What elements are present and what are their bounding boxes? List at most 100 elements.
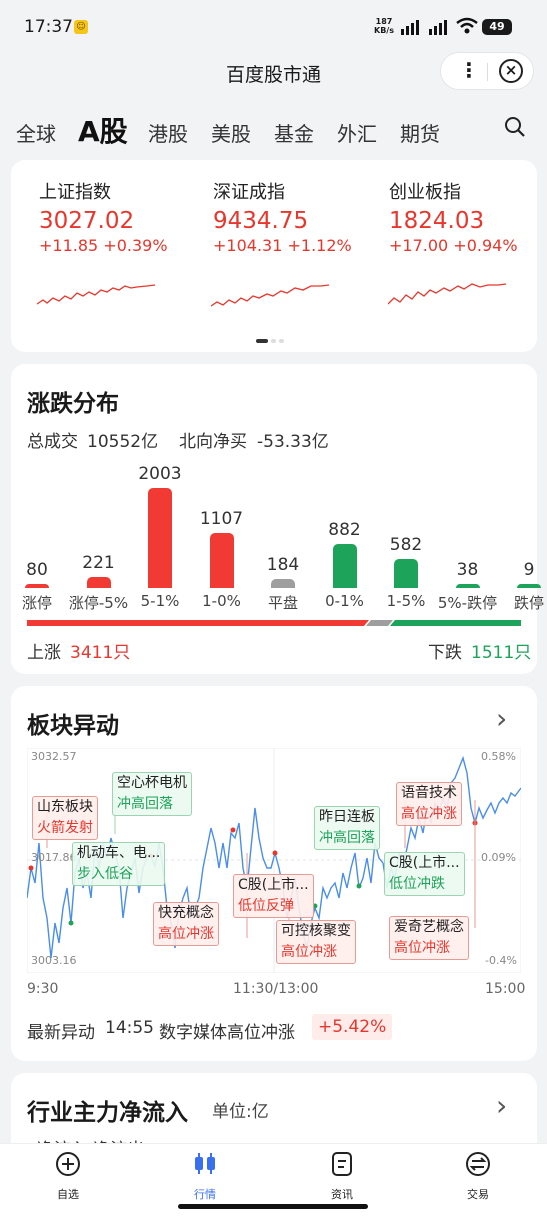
cell-signal-2-icon — [429, 20, 447, 35]
more-icon[interactable]: ⋮ — [459, 58, 479, 82]
index-cyb[interactable]: 创业板指 1824.03 +17.00 +0.94% — [389, 178, 539, 255]
nav-label: 行情 — [194, 1188, 216, 1201]
x-tick-noon: 11:30/13:00 — [233, 981, 319, 997]
sector-event-name: 昨日连板 — [319, 809, 375, 825]
latest-change: +5.42% — [312, 1014, 393, 1040]
sector-title: 板块异动 — [27, 713, 119, 739]
sector-event-label[interactable]: 空心杯电机 冲高回落 — [112, 772, 192, 816]
cell-signal-icon — [401, 20, 419, 35]
tab-a-shares[interactable]: A股 — [78, 110, 128, 150]
sector-event-status: 低位反弹 — [238, 898, 294, 914]
index-sz[interactable]: 深证成指 9434.75 +104.31 +1.12% — [213, 178, 363, 255]
sector-card: 板块异动 › 3032.57 3017.86 3003.16 0.58% 0.0… — [11, 686, 537, 1061]
sector-event-label[interactable]: 昨日连板 冲高回落 — [314, 806, 380, 850]
inflow-unit: 单位:亿 — [212, 1102, 269, 1122]
sparkline-sh — [37, 284, 156, 305]
sector-event-label[interactable]: 可控核聚变 高位冲涨 — [276, 920, 356, 964]
latest-time: 14:55 — [105, 1018, 154, 1038]
home-indicator — [178, 1204, 368, 1209]
up-down-ratio-bar — [27, 620, 521, 626]
sparkline-sz — [211, 284, 330, 307]
distribution-bar — [209, 532, 234, 588]
battery-icon: 49 — [482, 19, 512, 35]
nav-label: 自选 — [57, 1188, 79, 1201]
nav-label: 资讯 — [331, 1188, 353, 1201]
index-price: 1824.03 — [389, 208, 485, 234]
close-icon[interactable]: × — [499, 59, 523, 83]
index-sh[interactable]: 上证指数 3027.02 +11.85 +0.39% — [39, 178, 189, 255]
north-value: -53.33亿 — [257, 432, 329, 452]
tab-futures[interactable]: 期货 — [400, 118, 440, 147]
nav-trade[interactable]: 交易 — [438, 1150, 518, 1202]
x-tick-close: 15:00 — [485, 981, 526, 997]
distribution-bar-label: 平盘 — [267, 594, 298, 612]
tab-forex[interactable]: 外汇 — [337, 118, 377, 147]
indices-card: 上证指数 3027.02 +11.85 +0.39% 深证成指 9434.75 … — [11, 160, 537, 352]
sector-event-label[interactable]: 爱奇艺概念 高位冲涨 — [389, 916, 469, 960]
sector-event-label[interactable]: 山东板块 火箭发射 — [32, 796, 98, 840]
y-right-mid: 0.09% — [481, 851, 516, 864]
distribution-bar-value: 80 — [26, 560, 48, 580]
sector-event-status: 高位冲涨 — [158, 926, 214, 942]
tab-funds[interactable]: 基金 — [274, 118, 314, 147]
inflow-title: 行业主力净流入 — [27, 1100, 188, 1126]
y-left-min: 3003.16 — [31, 954, 77, 967]
sector-event-status: 火箭发射 — [37, 820, 93, 836]
turnover-label: 总成交 — [27, 432, 78, 452]
sector-event-label[interactable]: 机动车、电... 步入低谷 — [72, 842, 166, 886]
sector-event-status: 高位冲涨 — [394, 940, 450, 956]
plus-circle-icon — [56, 1152, 80, 1176]
status-bar: 17:37 ☺ 187 KB/s 49 — [0, 0, 547, 56]
nav-market[interactable]: 行情 — [165, 1150, 245, 1202]
distribution-bar-label: 1-0% — [202, 592, 241, 610]
exchange-icon — [466, 1152, 490, 1176]
sector-event-name: 可控核聚变 — [281, 923, 351, 939]
distribution-bar-value: 882 — [328, 519, 361, 540]
up-count: 3411只 — [70, 643, 131, 663]
index-price: 3027.02 — [39, 208, 135, 234]
sector-event-name: 快充概念 — [158, 905, 214, 921]
status-time: 17:37 — [24, 17, 73, 37]
down-count: 1511只 — [471, 643, 532, 663]
chevron-right-icon[interactable]: › — [496, 1089, 507, 1122]
distribution-bar-value: 184 — [266, 554, 300, 575]
sector-event-label[interactable]: C股(上市... 低位反弹 — [233, 874, 314, 918]
sector-event-status: 冲高回落 — [319, 830, 375, 846]
sector-event-label[interactable]: 快充概念 高位冲涨 — [153, 902, 219, 946]
index-change: +17.00 +0.94% — [389, 236, 518, 255]
chevron-right-icon[interactable]: › — [496, 702, 507, 735]
network-speed: 187 KB/s — [374, 17, 394, 35]
y-left-mid: 3017.86 — [31, 851, 77, 864]
sector-event-name: 空心杯电机 — [117, 775, 187, 791]
sector-event-label[interactable]: 语音技术 高位冲涨 — [396, 782, 462, 826]
index-name: 上证指数 — [39, 182, 111, 203]
distribution-bar — [148, 488, 172, 588]
index-name: 深证成指 — [213, 182, 285, 203]
distribution-card: 涨跌分布 总成交 10552亿 北向净买 -53.33亿 80 涨停 221 涨停-5… — [11, 364, 544, 674]
index-change: +11.85 +0.39% — [39, 236, 168, 255]
distribution-bar — [25, 584, 49, 588]
search-icon[interactable] — [504, 116, 526, 138]
tab-global[interactable]: 全球 — [16, 118, 56, 147]
mini-program-capsule: ⋮ × — [440, 52, 534, 90]
tab-us-stocks[interactable]: 美股 — [211, 118, 251, 147]
sparkline-cyb — [388, 283, 507, 305]
nav-watchlist[interactable]: 自选 — [28, 1150, 108, 1202]
sector-event-label[interactable]: C股(上市... 低位冲跌 — [384, 852, 465, 896]
nav-news[interactable]: 资讯 — [302, 1150, 382, 1202]
tab-hk-stocks[interactable]: 港股 — [148, 118, 188, 147]
distribution-title: 涨跌分布 — [27, 391, 119, 417]
sector-event-name: 语音技术 — [401, 785, 457, 801]
market-tabs: 全球 A股 港股 美股 基金 外汇 期货 — [0, 110, 547, 150]
y-right-max: 0.58% — [481, 750, 516, 763]
north-label: 北向净买 — [179, 432, 247, 452]
y-left-max: 3032.57 — [31, 750, 77, 763]
index-price: 9434.75 — [213, 208, 309, 234]
sector-event-status: 高位冲涨 — [401, 806, 457, 822]
notification-badge-icon: ☺ — [74, 20, 88, 34]
distribution-bar — [271, 578, 295, 588]
capsule-divider — [487, 63, 488, 81]
sector-event-name: 机动车、电... — [77, 845, 161, 861]
index-change: +104.31 +1.12% — [213, 236, 352, 255]
sector-event-status: 低位冲跌 — [389, 876, 445, 892]
